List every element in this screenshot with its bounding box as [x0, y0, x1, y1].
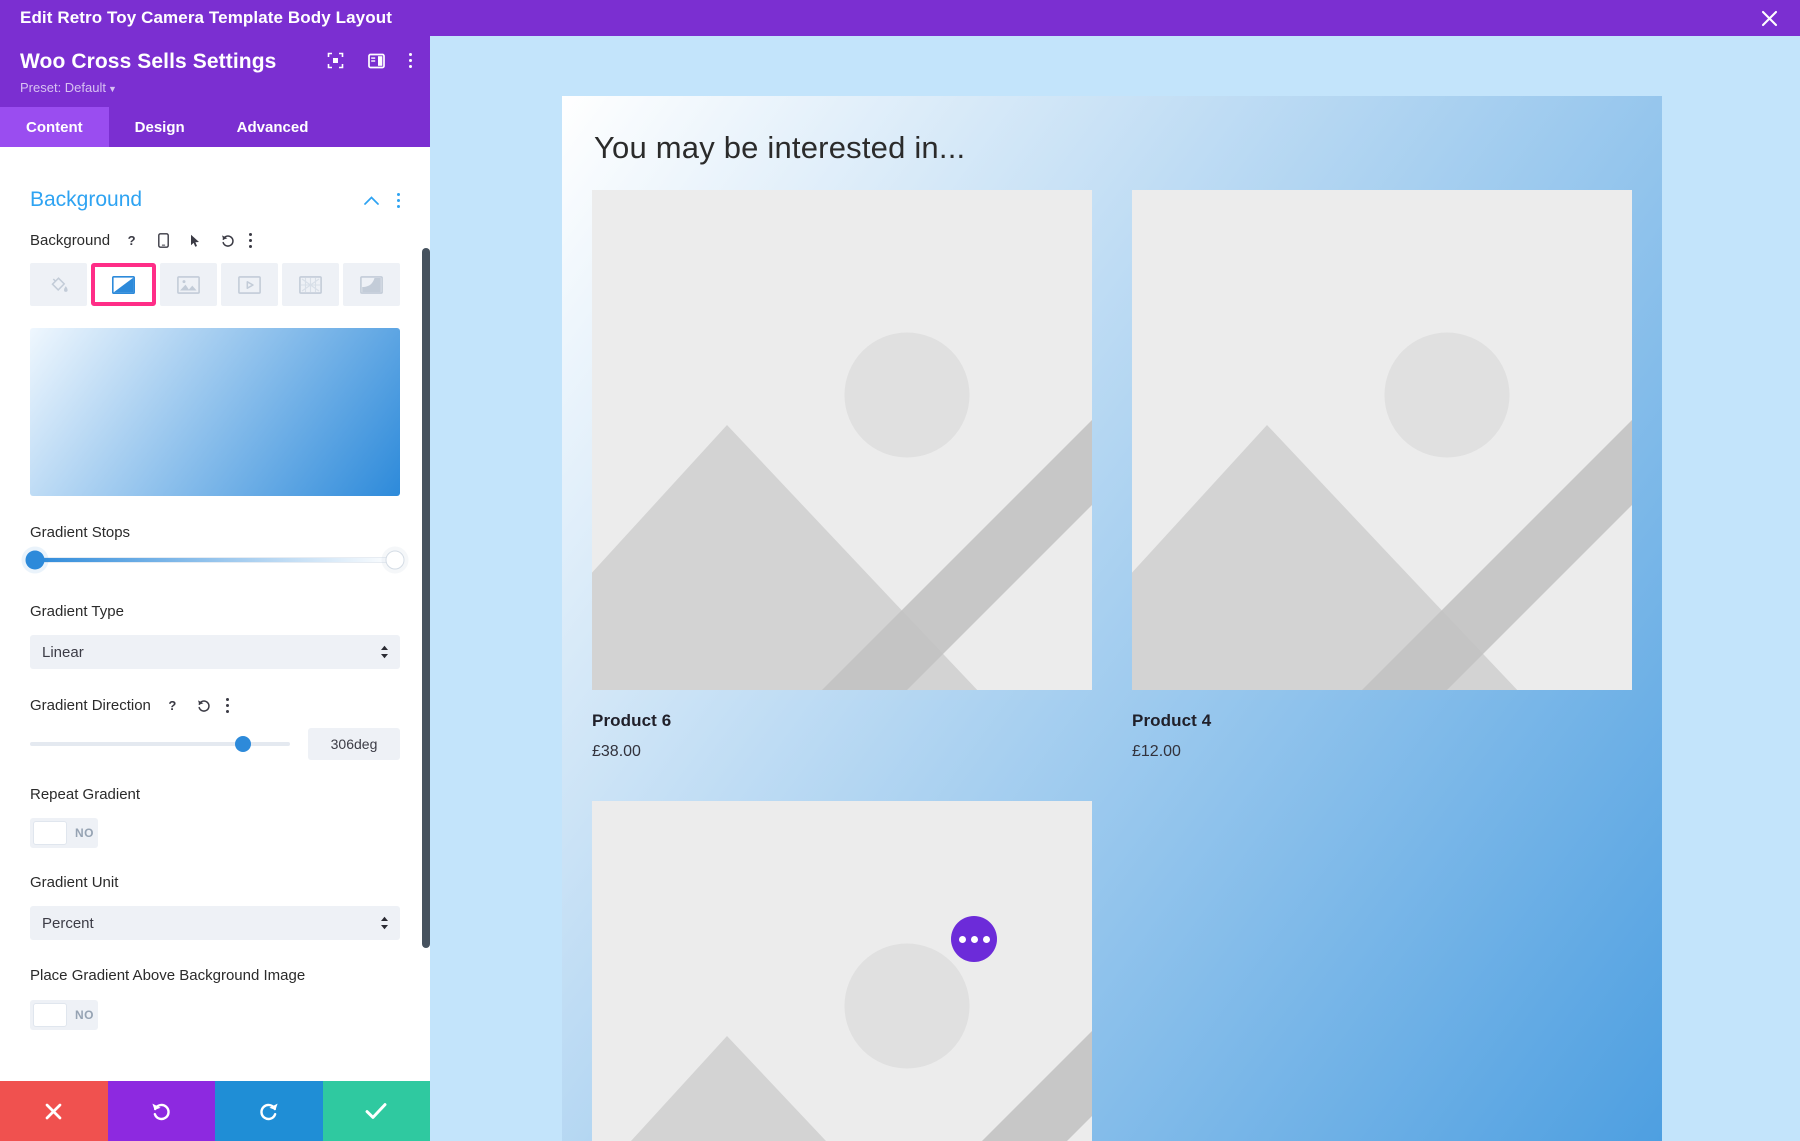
product-image-placeholder — [1132, 190, 1632, 690]
panel-action-bar — [0, 1081, 430, 1141]
gradient-unit-value: Percent — [42, 915, 94, 932]
section-heading: You may be interested in... — [594, 130, 1632, 166]
background-section-header: Background — [30, 164, 400, 230]
more-options-icon[interactable] — [249, 233, 252, 248]
help-icon[interactable]: ? — [121, 230, 142, 251]
tab-content[interactable]: Content — [0, 107, 109, 147]
more-options-icon[interactable] — [226, 698, 229, 713]
gradient-type-label: Gradient Type — [30, 603, 400, 620]
undo-button[interactable] — [108, 1081, 216, 1141]
gradient-unit-label: Gradient Unit — [30, 874, 400, 891]
gradient-unit-select[interactable]: Percent — [30, 906, 400, 940]
background-type-pattern[interactable] — [282, 263, 339, 306]
product-image-placeholder — [592, 190, 1092, 690]
background-type-video[interactable] — [221, 263, 278, 306]
toggle-knob — [33, 1003, 67, 1027]
gradient-stop-handle-end[interactable] — [386, 551, 405, 570]
repeat-gradient-value: NO — [75, 826, 94, 840]
floating-options-button[interactable] — [951, 916, 997, 962]
settings-panel-header: Woo Cross Sells Settings Preset: Default… — [0, 36, 430, 107]
tab-advanced[interactable]: Advanced — [211, 107, 335, 147]
settings-panel: Woo Cross Sells Settings Preset: Default… — [0, 36, 430, 1141]
place-gradient-above-value: NO — [75, 1008, 94, 1022]
cancel-button[interactable] — [0, 1081, 108, 1141]
gradient-direction-label: Gradient Direction — [30, 697, 151, 714]
product-image-placeholder — [592, 801, 1092, 1141]
check-icon — [365, 1102, 387, 1120]
focus-icon[interactable] — [327, 52, 344, 69]
preset-selector[interactable]: Preset: Default▼ — [20, 80, 410, 95]
reset-icon[interactable] — [194, 695, 215, 716]
toggle-knob — [33, 821, 67, 845]
background-type-color[interactable] — [30, 263, 87, 306]
undo-icon — [151, 1101, 172, 1122]
gradient-direction-slider-knob[interactable] — [235, 736, 251, 752]
gradient-stops-label: Gradient Stops — [30, 524, 400, 541]
product-title: Product 6 — [592, 711, 1092, 731]
background-type-image[interactable] — [160, 263, 217, 306]
product-grid: Product 6 £38.00 Product 4 £12.00 — [592, 190, 1632, 1141]
app-root: Edit Retro Toy Camera Template Body Layo… — [0, 0, 1800, 1141]
panel-scrollbar[interactable] — [422, 248, 430, 948]
product-card[interactable]: Product 6 £38.00 — [592, 190, 1092, 761]
settings-tabs: Content Design Advanced — [0, 107, 430, 147]
window-title: Edit Retro Toy Camera Template Body Layo… — [20, 8, 392, 28]
gradient-stops-track[interactable] — [34, 557, 396, 563]
product-card[interactable] — [592, 801, 1092, 1141]
redo-button[interactable] — [215, 1081, 323, 1141]
more-options-icon[interactable] — [409, 53, 412, 68]
ellipsis-icon — [983, 936, 990, 943]
product-price: £38.00 — [592, 743, 1092, 761]
preview-canvas: You may be interested in... Product 6 £3… — [430, 36, 1800, 1141]
tab-design[interactable]: Design — [109, 107, 211, 147]
more-options-icon[interactable] — [397, 193, 400, 208]
hover-cursor-icon[interactable] — [185, 230, 206, 251]
help-icon[interactable]: ? — [162, 695, 183, 716]
gradient-direction-value[interactable]: 306deg — [308, 728, 400, 760]
gradient-direction-control: 306deg — [30, 728, 400, 760]
repeat-gradient-label: Repeat Gradient — [30, 786, 400, 803]
gradient-direction-label-row: Gradient Direction ? — [30, 695, 400, 716]
window-titlebar: Edit Retro Toy Camera Template Body Layo… — [0, 0, 1800, 36]
product-title: Product 4 — [1132, 711, 1632, 731]
save-button[interactable] — [323, 1081, 431, 1141]
background-type-gradient[interactable] — [91, 263, 156, 306]
ellipsis-icon — [959, 936, 966, 943]
background-field-label-row: Background ? — [30, 230, 400, 251]
background-field-label: Background — [30, 232, 110, 249]
background-type-mask[interactable] — [343, 263, 400, 306]
gradient-type-value: Linear — [42, 644, 84, 661]
background-section-title: Background — [30, 188, 142, 212]
responsive-phone-icon[interactable] — [153, 230, 174, 251]
gradient-preview[interactable] — [30, 328, 400, 496]
gradient-type-select[interactable]: Linear — [30, 635, 400, 669]
layout-panel-icon[interactable] — [368, 53, 385, 69]
gradient-direction-slider[interactable] — [30, 742, 290, 746]
chevron-up-icon[interactable] — [364, 193, 379, 208]
place-gradient-above-toggle[interactable]: NO — [30, 1000, 98, 1030]
panel-header-icons — [327, 52, 412, 69]
background-type-selector — [30, 263, 400, 306]
select-arrows-icon — [380, 645, 389, 659]
preset-label: Preset: Default — [20, 80, 106, 95]
select-arrows-icon — [380, 916, 389, 930]
cross-sells-section: You may be interested in... Product 6 £3… — [562, 96, 1662, 1141]
close-icon[interactable] — [1738, 0, 1800, 36]
place-gradient-above-label: Place Gradient Above Background Image — [30, 966, 400, 986]
reset-icon[interactable] — [217, 230, 238, 251]
redo-icon — [258, 1101, 279, 1122]
ellipsis-icon — [971, 936, 978, 943]
product-price: £12.00 — [1132, 743, 1632, 761]
settings-panel-body: Background Background ? — [0, 164, 430, 1081]
gradient-stop-handle-start[interactable] — [26, 551, 45, 570]
product-card[interactable]: Product 4 £12.00 — [1132, 190, 1632, 761]
repeat-gradient-toggle[interactable]: NO — [30, 818, 98, 848]
close-icon — [44, 1102, 63, 1121]
chevron-down-icon: ▼ — [108, 84, 117, 94]
